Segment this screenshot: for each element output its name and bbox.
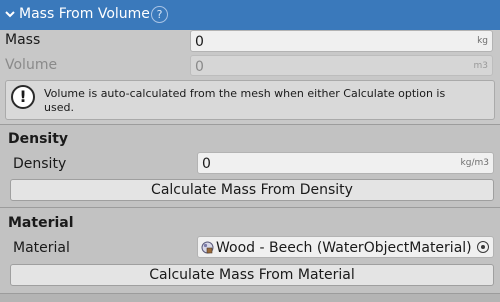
section-title: Mass From Volume bbox=[19, 6, 150, 22]
material-value: Wood - Beech (WaterObjectMaterial) bbox=[216, 240, 472, 256]
helpbox-text: Volume is auto-calculated from the mesh … bbox=[44, 87, 446, 114]
material-object-field[interactable]: Wood - Beech (WaterObjectMaterial) bbox=[197, 236, 494, 258]
material-label: Material bbox=[13, 240, 70, 256]
mass-value: 0 bbox=[195, 34, 204, 50]
foldout-header[interactable]: Mass From Volume ? bbox=[0, 0, 500, 30]
calculate-mass-from-density-button[interactable]: Calculate Mass From Density bbox=[10, 179, 494, 201]
material-section-title: Material bbox=[8, 215, 74, 231]
material-icon bbox=[201, 241, 214, 254]
chevron-down-icon[interactable] bbox=[5, 9, 15, 19]
object-picker-icon[interactable] bbox=[477, 241, 489, 253]
mass-field[interactable]: 0 kg bbox=[190, 30, 493, 52]
volume-label: Volume bbox=[5, 57, 58, 73]
mass-unit: kg bbox=[477, 36, 488, 46]
volume-value: 0 bbox=[195, 59, 204, 75]
density-value: 0 bbox=[202, 156, 211, 172]
help-icon[interactable]: ? bbox=[151, 6, 168, 23]
warning-icon: ! bbox=[11, 85, 35, 109]
volume-unit: m3 bbox=[473, 61, 489, 71]
mass-label: Mass bbox=[5, 32, 41, 48]
density-unit: kg/m3 bbox=[460, 158, 489, 168]
density-section-title: Density bbox=[8, 131, 69, 147]
density-field[interactable]: 0 kg/m3 bbox=[197, 152, 494, 174]
density-label: Density bbox=[13, 156, 67, 172]
volume-field: 0 m3 bbox=[190, 55, 493, 76]
info-helpbox: ! Volume is auto-calculated from the mes… bbox=[5, 80, 495, 120]
calculate-mass-from-material-button[interactable]: Calculate Mass From Material bbox=[10, 264, 494, 286]
panel-bottom-edge bbox=[0, 293, 500, 302]
